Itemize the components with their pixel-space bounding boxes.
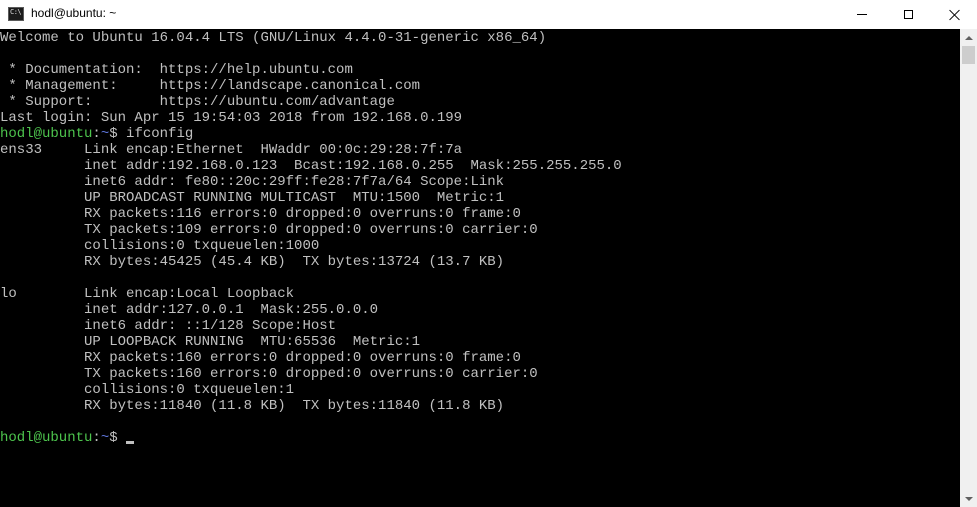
terminal-line: UP LOOPBACK RUNNING MTU:65536 Metric:1 <box>0 334 421 350</box>
scroll-thumb[interactable] <box>962 46 975 64</box>
prompt-separator: : <box>92 430 101 446</box>
prompt-symbol: $ <box>109 430 127 446</box>
command-text: ifconfig <box>126 126 194 142</box>
terminal-window: C:\ hodl@ubuntu: ~ Welcome to Ubuntu 16.… <box>0 0 977 507</box>
arrow-down-icon <box>964 496 973 501</box>
terminal-line: RX packets:160 errors:0 dropped:0 overru… <box>0 350 521 366</box>
terminal-line: * Documentation: https://help.ubuntu.com <box>0 62 353 78</box>
terminal-line: inet6 addr: ::1/128 Scope:Host <box>0 318 337 334</box>
window-title: hodl@ubuntu: ~ <box>31 6 117 20</box>
prompt-line: hodl@ubuntu:~$ ifconfig <box>0 126 193 142</box>
terminal-line: TX packets:160 errors:0 dropped:0 overru… <box>0 366 538 382</box>
prompt-line[interactable]: hodl@ubuntu:~$ <box>0 430 135 446</box>
scroll-up-button[interactable] <box>960 29 977 46</box>
minimize-button[interactable] <box>839 0 885 29</box>
prompt-path: ~ <box>100 430 110 446</box>
prompt-user: hodl@ubuntu <box>0 126 93 142</box>
terminal-line: ens33 Link encap:Ethernet HWaddr 00:0c:2… <box>0 142 463 158</box>
terminal-line: collisions:0 txqueuelen:1 <box>0 382 295 398</box>
terminal-line: collisions:0 txqueuelen:1000 <box>0 238 320 254</box>
terminal-line: Last login: Sun Apr 15 19:54:03 2018 fro… <box>0 110 463 126</box>
maximize-icon <box>903 10 913 19</box>
terminal-line: lo Link encap:Local Loopback <box>0 286 295 302</box>
console-icon[interactable]: C:\ <box>8 7 24 21</box>
prompt-user: hodl@ubuntu <box>0 430 93 446</box>
terminal-line: inet addr:192.168.0.123 Bcast:192.168.0.… <box>0 158 622 174</box>
terminal-line: TX packets:109 errors:0 dropped:0 overru… <box>0 222 538 238</box>
maximize-button[interactable] <box>885 0 931 29</box>
terminal-line: inet addr:127.0.0.1 Mask:255.0.0.0 <box>0 302 379 318</box>
prompt-symbol: $ <box>109 126 127 142</box>
terminal-line: RX bytes:45425 (45.4 KB) TX bytes:13724 … <box>0 254 505 270</box>
terminal-line: UP BROADCAST RUNNING MULTICAST MTU:1500 … <box>0 190 505 206</box>
terminal-output[interactable]: Welcome to Ubuntu 16.04.4 LTS (GNU/Linux… <box>0 29 960 507</box>
close-icon <box>948 9 960 21</box>
terminal-line: Welcome to Ubuntu 16.04.4 LTS (GNU/Linux… <box>0 30 547 46</box>
terminal-line: * Management: https://landscape.canonica… <box>0 78 421 94</box>
scroll-down-button[interactable] <box>960 490 977 507</box>
terminal-line: inet6 addr: fe80::20c:29ff:fe28:7f7a/64 … <box>0 174 505 190</box>
prompt-path: ~ <box>100 126 110 142</box>
title-bar[interactable]: C:\ hodl@ubuntu: ~ <box>0 0 977 29</box>
vertical-scrollbar[interactable] <box>960 29 977 507</box>
terminal-line: * Support: https://ubuntu.com/advantage <box>0 94 395 110</box>
close-button[interactable] <box>931 0 977 29</box>
minimize-icon <box>857 14 867 15</box>
console-icon-glyph: C:\ <box>10 8 22 16</box>
arrow-up-icon <box>964 35 973 40</box>
terminal-line: RX packets:116 errors:0 dropped:0 overru… <box>0 206 521 222</box>
terminal-line: RX bytes:11840 (11.8 KB) TX bytes:11840 … <box>0 398 505 414</box>
text-cursor <box>126 441 135 444</box>
prompt-separator: : <box>92 126 101 142</box>
